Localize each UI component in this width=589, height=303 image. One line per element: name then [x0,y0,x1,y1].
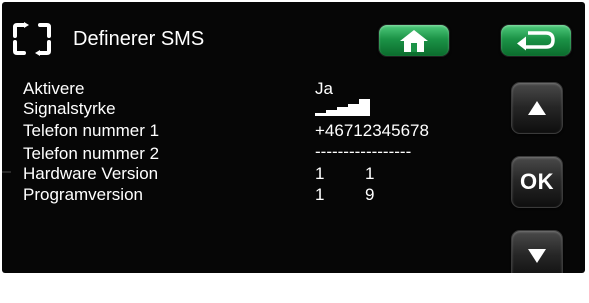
edge-tick [2,171,11,173]
ok-button[interactable]: OK [511,156,563,208]
page-title: Definerer SMS [73,28,205,50]
phone-number-1-value: +46712345678 [315,121,429,140]
back-button[interactable] [500,24,572,57]
sms-settings-screen: Definerer SMS Aktivere Ja Signalstyrke T… [2,2,585,273]
phone-number-2-value: ----------------- [315,142,412,161]
hardware-version-label: Hardware Version [23,164,159,183]
triangle-down-icon [528,249,546,263]
program-version-label: Programversion [23,185,143,204]
scroll-down-button[interactable] [511,230,563,273]
signal-bar-3 [337,107,348,116]
activate-label: Aktivere [23,79,85,98]
signal-strength-bars [315,98,385,116]
signal-strength-label: Signalstyrke [23,99,116,118]
signal-bar-4 [348,104,359,116]
phone-number-2-label: Telefon nummer 2 [23,144,160,163]
ok-button-label: OK [520,169,554,194]
scroll-up-button[interactable] [511,82,563,134]
back-arrow-icon [517,30,555,50]
triangle-up-icon [528,101,546,115]
rotate-frame-icon [13,22,51,56]
phone-number-1-label: Telefon nummer 1 [23,121,160,140]
program-version-major: 1 [315,185,325,204]
program-version-minor: 9 [365,185,375,204]
signal-bar-2 [326,110,337,116]
signal-bar-1 [315,113,326,116]
hardware-version-major: 1 [315,164,325,183]
home-button[interactable] [378,24,450,57]
hardware-version-minor: 1 [365,164,375,183]
signal-bar-5 [359,99,370,116]
home-icon [400,29,428,52]
activate-value: Ja [315,79,333,98]
